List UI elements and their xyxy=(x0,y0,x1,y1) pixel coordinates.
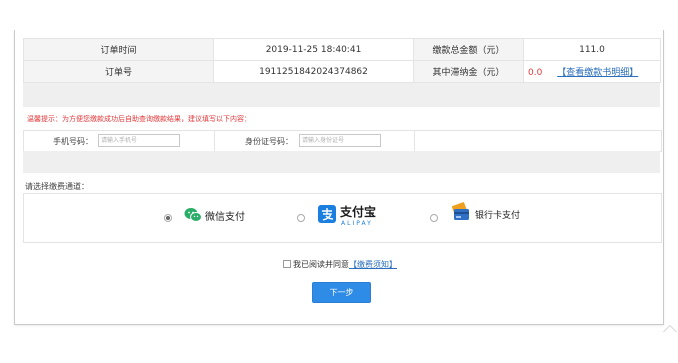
order-time-label: 订单时间 xyxy=(23,38,214,61)
alipay-label[interactable]: 支付宝 xyxy=(340,203,376,220)
grey-band xyxy=(23,151,660,173)
next-step-button[interactable]: 下一步 xyxy=(312,282,371,303)
table-row: 订单时间 2019-11-25 18:40:41 缴款总金额（元） 111.0 xyxy=(23,38,661,61)
phone-label: 手机号码： xyxy=(53,137,93,146)
payment-notice-link[interactable]: 【缴费须知】 xyxy=(349,260,397,269)
scroll-corner-arrow xyxy=(663,325,677,332)
payment-panel: 订单时间 2019-11-25 18:40:41 缴款总金额（元） 111.0 … xyxy=(14,30,664,325)
tip-text: 温馨提示：为方便您缴款成功后自助查询缴款结果，建议填写以下内容： xyxy=(27,115,251,123)
payment-channel-title: 请选择缴费通道： xyxy=(25,182,89,191)
view-detail-link[interactable]: 【查看缴款书明细】 xyxy=(557,68,638,78)
agreement: 我已阅读并同意【缴费须知】 xyxy=(283,259,397,270)
alipay-icon xyxy=(318,205,336,223)
agree-text: 我已阅读并同意 xyxy=(293,260,349,269)
table-row: 订单号 1911251842024374862 其中滞纳金（元） 0.0 【查看… xyxy=(23,60,661,83)
order-number-label: 订单号 xyxy=(23,60,214,83)
late-fee-label: 其中滞纳金（元） xyxy=(413,60,524,83)
alipay-sub-label: ALIPAY xyxy=(341,220,373,227)
bank-card-radio[interactable] xyxy=(430,214,438,222)
divider xyxy=(414,131,415,151)
contact-form-row: 手机号码： 请输入手机号 身份证号码： 请输入身份证号 xyxy=(23,130,662,152)
payment-options: 微信支付 支付宝 ALIPAY 银行卡支付 xyxy=(23,193,662,243)
late-fee-value: 0.0 xyxy=(528,68,543,78)
id-number-label: 身份证号码： xyxy=(245,137,293,146)
bank-card-label[interactable]: 银行卡支付 xyxy=(475,208,520,221)
order-time-value: 2019-11-25 18:40:41 xyxy=(213,38,414,61)
wechat-pay-label[interactable]: 微信支付 xyxy=(205,208,245,223)
id-number-input[interactable]: 请输入身份证号 xyxy=(299,134,381,147)
alipay-radio[interactable] xyxy=(297,214,305,222)
agree-checkbox[interactable] xyxy=(283,260,291,268)
phone-input[interactable]: 请输入手机号 xyxy=(98,134,180,147)
total-amount-value: 111.0 xyxy=(523,38,661,61)
total-amount-label: 缴款总金额（元） xyxy=(413,38,524,61)
bank-card-icon xyxy=(451,202,469,220)
wechat-radio[interactable] xyxy=(164,214,172,222)
order-number-value: 1911251842024374862 xyxy=(213,60,414,83)
wechat-icon xyxy=(184,208,202,222)
divider xyxy=(214,131,215,151)
grey-band xyxy=(23,83,660,107)
order-info-table: 订单时间 2019-11-25 18:40:41 缴款总金额（元） 111.0 … xyxy=(23,38,661,83)
late-fee-cell: 0.0 【查看缴款书明细】 xyxy=(523,60,661,83)
